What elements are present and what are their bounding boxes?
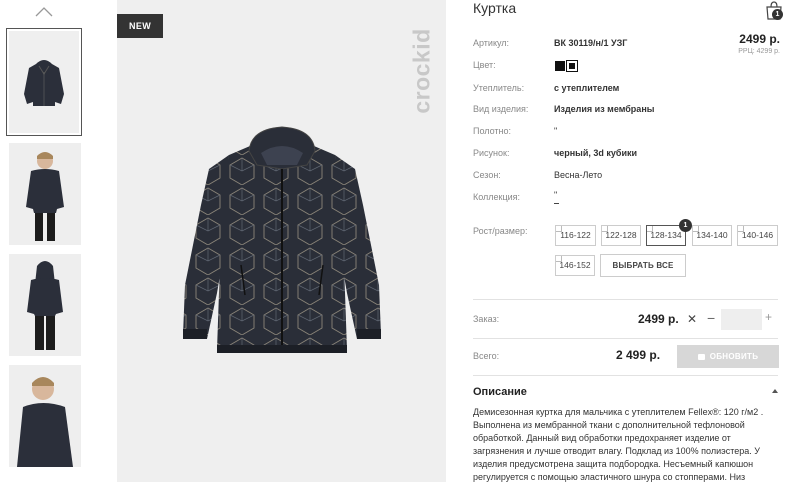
jacket-thumbnail-image [24, 60, 64, 106]
size-option-116-122[interactable]: 116-122 [555, 225, 596, 246]
size-option-label: 146-152 [559, 260, 591, 270]
product-main-image[interactable]: NEW crockid [117, 0, 446, 482]
product-title: Куртка [473, 0, 517, 16]
product-info-panel: Куртка 1 2499 р. РРЦ: 4299 р. Артикул: В… [473, 0, 783, 482]
order-label: Заказ: [473, 314, 500, 324]
remove-order-icon[interactable]: ✕ [687, 312, 697, 326]
product-price: 2499 р. [739, 32, 780, 46]
thumbnail-boy-front[interactable] [9, 143, 81, 245]
chevron-up-icon[interactable] [772, 389, 778, 393]
update-cart-button[interactable]: ОБНОВИТЬ [677, 345, 779, 368]
attr-value-pattern: черный, 3d кубики [554, 148, 638, 158]
size-option-label: 128-134 [650, 230, 682, 240]
color-swatch-black[interactable] [555, 61, 565, 71]
attr-label-season: Сезон: [473, 170, 501, 180]
attr-value-article: ВК 30119/н/1 УЗГ [554, 38, 628, 48]
size-selected-count-badge: 1 [679, 219, 692, 232]
size-option-label: 122-128 [605, 230, 637, 240]
new-badge: NEW [117, 14, 164, 38]
attr-value-type: Изделия из мембраны [554, 104, 655, 114]
thumbnail-column [0, 0, 88, 482]
attr-label-collection: Коллекция: [473, 192, 521, 202]
boy-back-image [9, 254, 81, 356]
size-option-122-128[interactable]: 122-128 [601, 225, 641, 246]
boy-closeup-image [9, 365, 81, 467]
quantity-decrease-button[interactable]: − [707, 310, 715, 326]
attr-value-season: Весна-Лето [554, 170, 603, 180]
chevron-up-icon[interactable] [34, 6, 54, 18]
description-title[interactable]: Описание [473, 386, 527, 398]
description-text: Демисезонная куртка для мальчика с утепл… [473, 407, 764, 482]
size-label: Рост/размер: [473, 226, 528, 236]
attr-value-collection: " [554, 190, 558, 200]
order-price: 2499 р. [638, 312, 679, 326]
size-option-label: 134-140 [696, 230, 728, 240]
size-option-label: 116-122 [560, 230, 591, 240]
jacket-image [183, 126, 381, 353]
attr-value-insulation: с утеплителем [554, 83, 620, 93]
divider [473, 338, 778, 339]
product-rrp: РРЦ: 4299 р. [738, 48, 780, 55]
update-cart-label: ОБНОВИТЬ [709, 352, 759, 361]
attr-label-color: Цвет: [473, 60, 496, 70]
attr-label-article: Артикул: [473, 38, 510, 48]
size-option-134-140[interactable]: 134-140 [692, 225, 732, 246]
collection-dash [554, 203, 559, 204]
attr-label-type: Вид изделия: [473, 104, 529, 114]
total-price: 2 499 р. [616, 348, 661, 362]
divider [473, 299, 778, 300]
quantity-input[interactable] [721, 309, 762, 330]
cart-count-badge: 1 [772, 9, 783, 20]
color-swatch-black-selected[interactable] [566, 60, 578, 72]
total-label: Всего: [473, 351, 500, 361]
select-all-sizes-button[interactable]: ВЫБРАТЬ ВСЕ [600, 254, 686, 277]
brand-logo-text: crockid [408, 28, 435, 114]
attr-value-fabric: " [554, 126, 558, 136]
attr-label-fabric: Полотно: [473, 126, 512, 136]
quantity-increase-button[interactable]: + [765, 310, 772, 324]
thumbnail-boy-back[interactable] [9, 254, 81, 356]
size-option-140-146[interactable]: 140-146 [737, 225, 778, 246]
cart-icon [697, 354, 705, 360]
divider [473, 375, 778, 376]
thumbnail-boy-closeup[interactable] [9, 365, 81, 467]
attr-label-pattern: Рисунок: [473, 148, 510, 158]
thumbnail-jacket-front[interactable] [6, 28, 82, 136]
boy-front-image [9, 143, 81, 245]
size-option-146-152[interactable]: 146-152 [555, 255, 595, 276]
attr-label-insulation: Утеплитель: [473, 83, 525, 93]
brand-logo: crockid [408, 12, 435, 130]
size-option-label: 140-146 [741, 230, 774, 240]
